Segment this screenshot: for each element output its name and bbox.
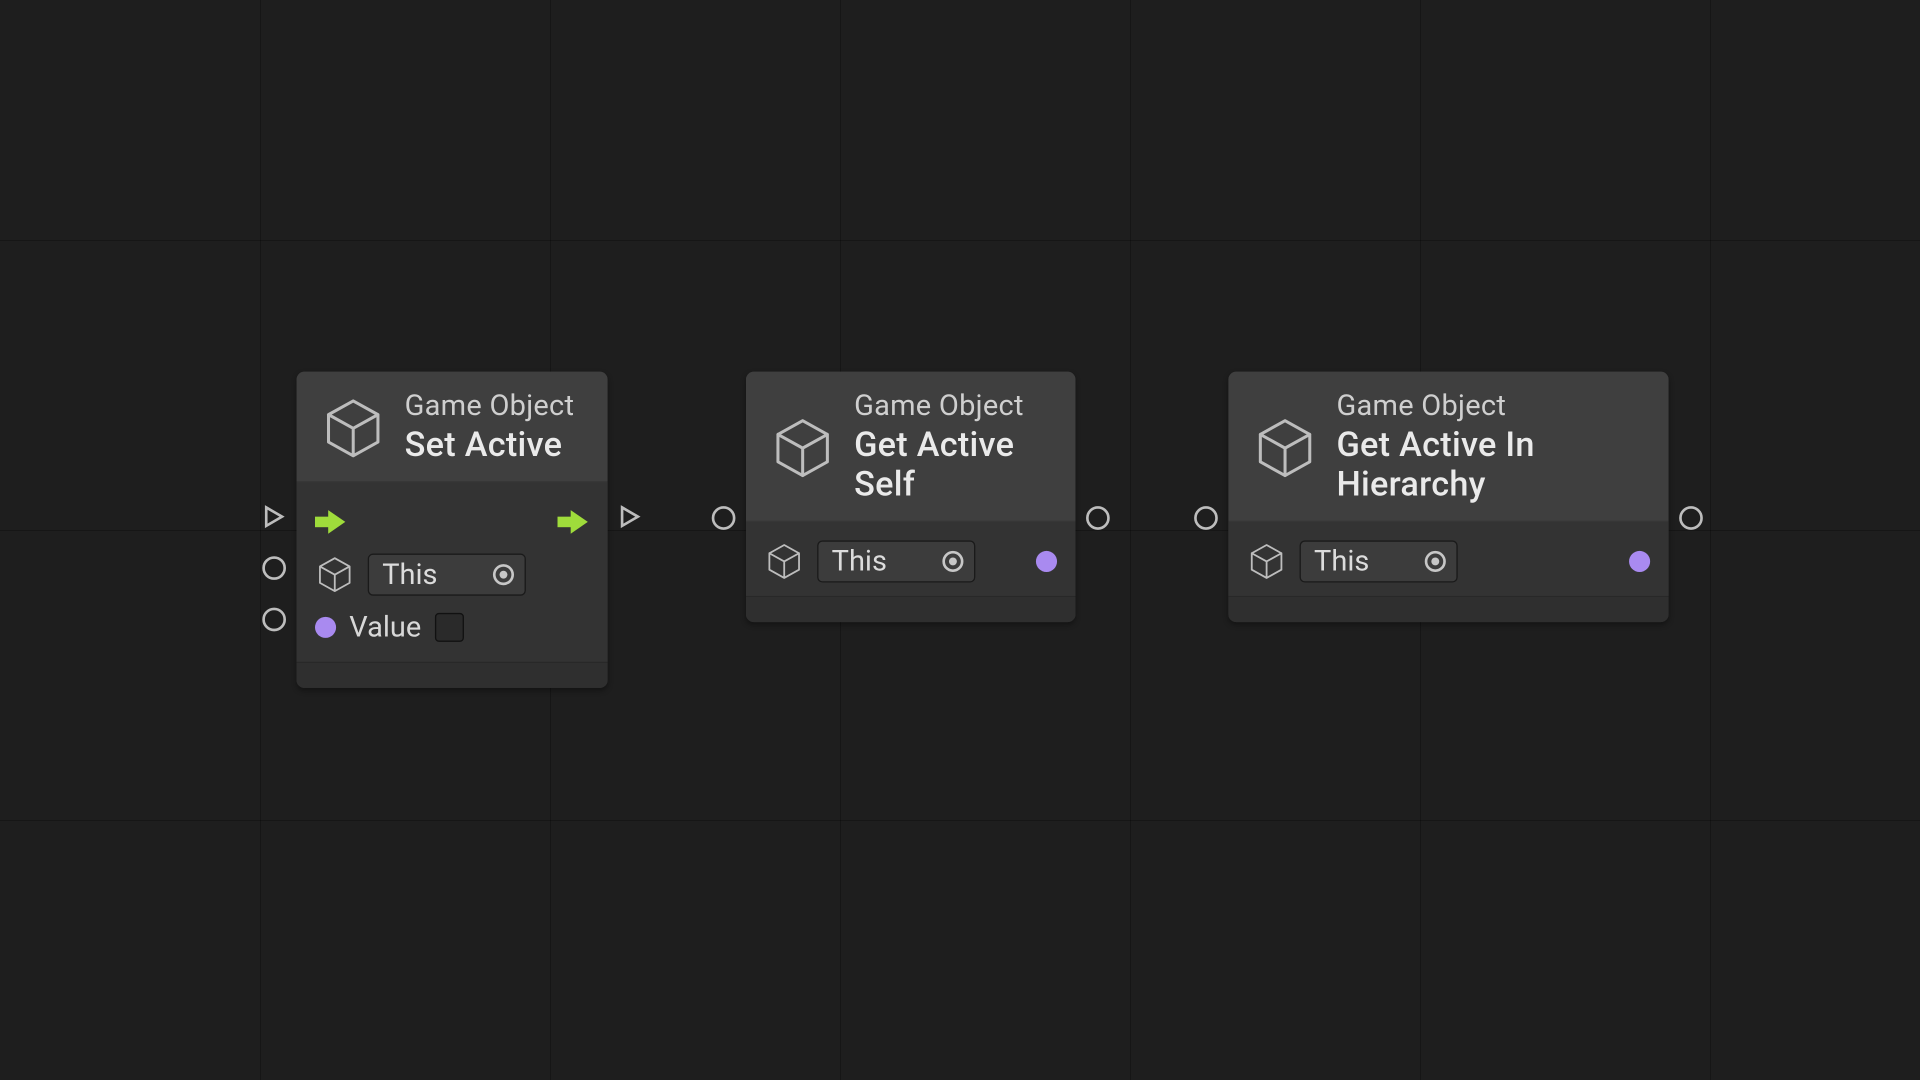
target-object-value: This xyxy=(832,545,887,578)
node-set-active[interactable]: Game Object Set Active This Value xyxy=(297,372,608,688)
node-footer xyxy=(746,596,1075,622)
node-title: Get Active In Hierarchy xyxy=(1336,426,1644,505)
cube-icon xyxy=(770,415,836,481)
flow-out-port[interactable] xyxy=(618,505,642,529)
target-object-value: This xyxy=(1314,545,1369,578)
target-input-port[interactable] xyxy=(1194,506,1218,530)
node-title: Set Active xyxy=(405,426,575,466)
node-footer xyxy=(297,662,608,688)
node-footer xyxy=(1228,596,1668,622)
bool-output-port[interactable] xyxy=(1679,506,1703,530)
target-row: This xyxy=(315,548,589,601)
bool-output-port[interactable] xyxy=(1086,506,1110,530)
flow-out-arrow-icon xyxy=(558,510,590,534)
target-input-port[interactable] xyxy=(262,556,286,580)
flow-in-arrow-icon xyxy=(315,510,347,534)
cube-icon xyxy=(315,555,355,595)
node-body: This xyxy=(1228,522,1668,596)
node-category: Game Object xyxy=(405,390,575,423)
node-get-active-in-hierarchy[interactable]: Game Object Get Active In Hierarchy This xyxy=(1228,372,1668,622)
value-label: Value xyxy=(349,611,421,644)
target-object-field[interactable]: This xyxy=(1300,540,1458,582)
node-header[interactable]: Game Object Get Active Self xyxy=(746,372,1075,522)
object-picker-icon[interactable] xyxy=(493,564,514,585)
target-object-field[interactable]: This xyxy=(817,540,975,582)
cube-icon xyxy=(1247,542,1287,582)
value-checkbox[interactable] xyxy=(434,613,463,642)
node-title: Get Active Self xyxy=(854,426,1052,505)
node-category: Game Object xyxy=(1336,390,1644,423)
value-input-port[interactable] xyxy=(262,608,286,632)
cube-icon xyxy=(764,542,804,582)
target-input-port[interactable] xyxy=(712,506,736,530)
cube-icon xyxy=(320,395,386,461)
flow-row xyxy=(315,496,589,549)
target-row: This xyxy=(764,535,1057,588)
graph-canvas[interactable]: Game Object Set Active This Value xyxy=(0,0,1920,1080)
cube-icon xyxy=(1252,415,1318,481)
node-get-active-self[interactable]: Game Object Get Active Self This xyxy=(746,372,1075,622)
flow-in-port[interactable] xyxy=(262,505,286,529)
node-category: Game Object xyxy=(854,390,1052,423)
object-picker-icon[interactable] xyxy=(1425,551,1446,572)
bool-port-icon xyxy=(315,617,336,638)
node-header[interactable]: Game Object Get Active In Hierarchy xyxy=(1228,372,1668,522)
object-picker-icon[interactable] xyxy=(942,551,963,572)
node-body: This xyxy=(746,522,1075,596)
value-row: Value xyxy=(315,601,589,654)
target-object-value: This xyxy=(382,558,437,591)
target-row: This xyxy=(1247,535,1650,588)
node-body: This Value xyxy=(297,482,608,661)
target-object-field[interactable]: This xyxy=(368,554,526,596)
node-header[interactable]: Game Object Set Active xyxy=(297,372,608,483)
bool-output-icon xyxy=(1629,551,1650,572)
bool-output-icon xyxy=(1036,551,1057,572)
